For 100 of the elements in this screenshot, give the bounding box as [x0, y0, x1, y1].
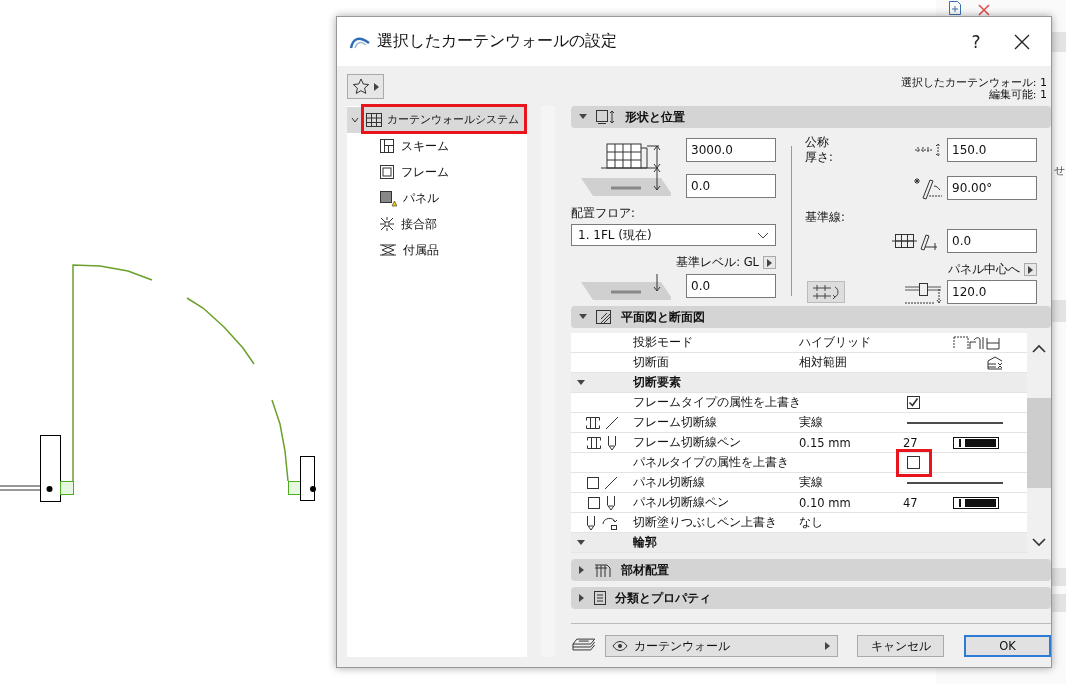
pen-icon: [585, 514, 597, 531]
cut-plane-icon: [987, 355, 1003, 370]
property-value: 0.10 mm: [799, 495, 852, 510]
property-value: 実線: [799, 415, 824, 430]
window-title: 選択したカーテンウォールの設定: [377, 31, 618, 52]
pen-icon: [606, 434, 618, 451]
document-icon: [593, 590, 607, 606]
thickness-field[interactable]: 150.0: [947, 138, 1037, 162]
selection-count: 選択したカーテンウォール: 1: [900, 77, 1047, 89]
caret-icon: [1027, 265, 1034, 274]
height-field[interactable]: 3000.0: [686, 138, 776, 162]
tree-item[interactable]: 接合部: [347, 211, 443, 237]
tree-item[interactable]: 付属品: [347, 237, 445, 263]
pen-icon: [605, 494, 617, 511]
pen-weight-swatch[interactable]: [953, 436, 999, 449]
slant-angle-icon: [913, 176, 943, 200]
menu-arrow-button[interactable]: [763, 256, 776, 269]
offset-field[interactable]: 0.0: [947, 229, 1037, 253]
chevron-down-icon: [1032, 538, 1046, 547]
panel-warning-icon: [379, 189, 397, 207]
expand-icon[interactable]: [351, 117, 359, 123]
tree-item[interactable]: スキーム: [347, 133, 455, 159]
floor-dropdown[interactable]: 1. 1FL (現在): [571, 224, 776, 246]
checkbox[interactable]: [907, 456, 920, 469]
property-name: フレーム切断線ペン: [633, 435, 742, 450]
square-icon: [587, 495, 601, 510]
property-value: ハイブリッド: [799, 335, 872, 350]
thickness-icon: [913, 143, 943, 157]
section-header[interactable]: 形状と位置: [571, 106, 1051, 128]
offset-field[interactable]: 0.0: [686, 174, 776, 198]
property-name: パネルタイプの属性を上書き: [633, 455, 790, 470]
caret-icon: [373, 82, 380, 91]
scroll-down-button[interactable]: [1032, 535, 1046, 545]
field-label: パネル中心へ: [948, 262, 1020, 277]
pen-weight-swatch[interactable]: [953, 496, 999, 509]
pen-number: 47: [903, 495, 919, 510]
section-icon: [595, 309, 613, 325]
frame-section-icon: [586, 435, 602, 450]
add-document-icon[interactable]: [948, 1, 962, 15]
ok-button[interactable]: OK: [964, 635, 1051, 657]
side-panel-bar: [1052, 594, 1066, 612]
check-icon: [908, 397, 919, 408]
property-value: 0.15 mm: [799, 435, 852, 450]
placement-icon: [593, 562, 613, 578]
frame-section-icon: [585, 415, 601, 430]
layer-dropdown[interactable]: カーテンウォール: [604, 635, 839, 657]
dimensions-icon: [595, 109, 617, 125]
expand-icon[interactable]: [577, 379, 585, 386]
side-panel-bar: [1052, 32, 1066, 52]
tree-item[interactable]: パネル: [347, 185, 445, 211]
property-name: パネル切断線ペン: [633, 495, 730, 510]
section-header[interactable]: 分類とプロパティ: [571, 587, 1051, 609]
field-label: 配置フロア:: [571, 206, 635, 221]
property-value: なし: [799, 515, 824, 530]
delete-icon[interactable]: [978, 4, 990, 16]
property-name: 切断面: [633, 355, 670, 370]
line-icon: [605, 415, 619, 430]
eye-icon: [611, 641, 628, 651]
property-name: パネル切断線: [633, 475, 706, 490]
scroll-thumb[interactable]: [1027, 398, 1051, 488]
field-label: 基準レベル: GL: [676, 255, 759, 270]
angle-field[interactable]: 90.00°: [947, 176, 1037, 200]
grid-icon: [365, 112, 383, 128]
section-header[interactable]: 平面図と断面図: [571, 306, 1051, 328]
layers-icon: [379, 242, 397, 258]
caret-icon: [825, 642, 832, 650]
expand-icon[interactable]: [577, 539, 585, 546]
field-label: 厚さ:: [805, 150, 833, 165]
caret-icon: [766, 258, 773, 267]
field-label: 基準線:: [805, 210, 845, 225]
pen-number: 27: [903, 435, 919, 450]
frame-icon: [379, 164, 395, 180]
flip-button[interactable]: [807, 281, 845, 303]
star-icon: [351, 78, 370, 95]
favorites-button[interactable]: [347, 74, 384, 99]
checkbox[interactable]: [907, 396, 920, 409]
property-value: 相対範囲: [799, 355, 848, 370]
close-icon: [1014, 33, 1030, 50]
tree-item[interactable]: フレーム: [347, 159, 455, 185]
group-title: 輪郭: [633, 535, 658, 550]
layout-icon: [379, 138, 395, 154]
chevron-up-icon: [1032, 344, 1046, 353]
offset-field[interactable]: 0.0: [686, 274, 776, 298]
help-button[interactable]: ?: [953, 17, 999, 66]
square-icon: [586, 475, 600, 490]
field-label: 公称: [805, 135, 830, 150]
line-icon: [604, 475, 618, 490]
property-name: フレーム切断線: [633, 415, 718, 430]
projection-mode-icon: [953, 335, 1001, 350]
side-panel-bar: [1052, 300, 1066, 322]
side-panel-bar: [1052, 568, 1066, 586]
chevron-down-icon: [757, 231, 769, 239]
menu-arrow-button[interactable]: [1024, 263, 1037, 276]
offset-field[interactable]: 120.0: [947, 280, 1037, 304]
property-name: 切断塗りつぶしペン上書き: [633, 515, 778, 530]
flip-icon: [811, 283, 841, 301]
joint-icon: [379, 216, 395, 232]
selection-count: 編集可能: 1: [988, 89, 1047, 101]
cancel-button[interactable]: キャンセル: [857, 635, 945, 657]
section-header[interactable]: 部材配置: [571, 559, 1051, 581]
